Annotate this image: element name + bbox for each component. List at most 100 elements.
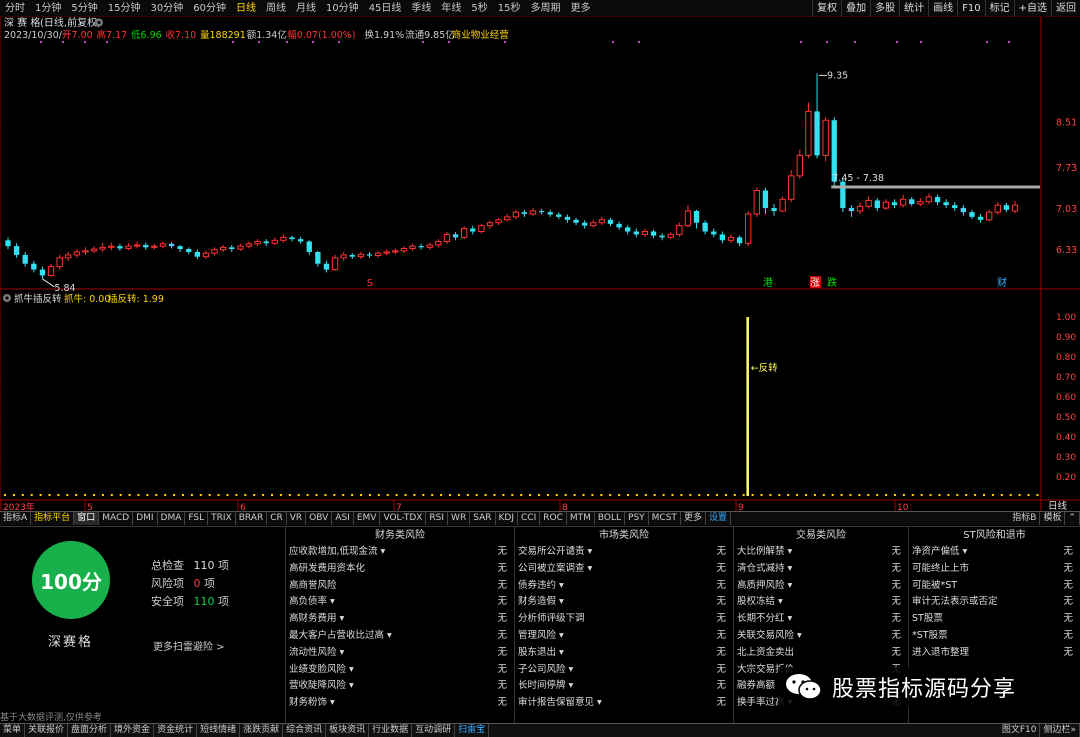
indicator-tab[interactable]: FSL bbox=[185, 512, 209, 525]
function-tab[interactable]: 行业数据 bbox=[369, 724, 413, 737]
indicator-tab[interactable]: VR bbox=[287, 512, 307, 525]
risk-item[interactable]: *ST股票 无 bbox=[909, 628, 1080, 645]
risk-item[interactable]: 债券违约 ▾ 无 bbox=[515, 578, 733, 595]
risk-item[interactable]: 北上资金卖出 无 bbox=[734, 645, 908, 662]
function-tab[interactable]: 综合资讯 bbox=[283, 724, 327, 737]
risk-item[interactable]: 营收陡降风险 ▾ 无 bbox=[286, 678, 514, 695]
risk-item[interactable]: 进入退市整理 无 bbox=[909, 645, 1080, 662]
indicator-tab[interactable]: MTM bbox=[567, 512, 595, 525]
period-tab[interactable]: 10分钟 bbox=[321, 0, 364, 17]
function-tab[interactable]: 互动调研 bbox=[412, 724, 456, 737]
function-tab[interactable]: 板块资讯 bbox=[326, 724, 370, 737]
function-tab[interactable]: 境外资金 bbox=[111, 724, 155, 737]
function-tab[interactable]: 短线情绪 bbox=[197, 724, 241, 737]
function-tab[interactable]: 盘面分析 bbox=[68, 724, 112, 737]
function-tab-right[interactable]: 侧边栏» bbox=[1040, 724, 1080, 737]
toolbar-button[interactable]: 画线 bbox=[928, 0, 957, 17]
indicator-tab[interactable]: 指标平台 bbox=[31, 512, 75, 525]
more-scan-link[interactable]: 更多扫雷避险 > bbox=[153, 638, 225, 653]
indicator-tab[interactable]: TRIX bbox=[208, 512, 236, 525]
risk-item[interactable]: 净资产偏低 ▾ 无 bbox=[909, 544, 1080, 561]
period-tab[interactable]: 1分钟 bbox=[30, 0, 66, 17]
event-marker[interactable]: 港 bbox=[763, 277, 773, 289]
toolbar-button[interactable]: F10 bbox=[957, 0, 984, 17]
indicator-tab[interactable]: WR bbox=[448, 512, 471, 525]
indicator-tab[interactable]: 指标A bbox=[0, 512, 32, 525]
indicator-tab[interactable]: CCI bbox=[518, 512, 541, 525]
toolbar-button[interactable]: 叠加 bbox=[841, 0, 870, 17]
risk-item[interactable]: 应收款增加,低现金流 ▾ 无 bbox=[286, 544, 514, 561]
indicator-tab[interactable]: MACD bbox=[99, 512, 134, 525]
risk-item[interactable]: 股东退出 ▾ 无 bbox=[515, 645, 733, 662]
indicator-tab[interactable]: 更多 bbox=[681, 512, 706, 525]
period-tab[interactable]: 季线 bbox=[406, 0, 436, 17]
indicator-tab[interactable]: KDJ bbox=[496, 512, 518, 525]
period-tab[interactable]: 多周期 bbox=[526, 0, 566, 17]
toolbar-button[interactable]: 返回 bbox=[1051, 0, 1080, 17]
risk-item[interactable]: 清仓式减持 ▾ 无 bbox=[734, 561, 908, 578]
toolbar-button[interactable]: 多股 bbox=[870, 0, 899, 17]
period-tab[interactable]: 日线 bbox=[231, 0, 261, 17]
collapse-icon[interactable]: ⌃ bbox=[1065, 512, 1080, 525]
indicator-tab[interactable]: MCST bbox=[649, 512, 681, 525]
function-tab-right[interactable]: 图文F10 bbox=[999, 724, 1041, 737]
indicator-tab[interactable]: BOLL bbox=[595, 512, 626, 525]
indicator-tab[interactable]: ROC bbox=[540, 512, 567, 525]
risk-item[interactable]: 交易所公开谴责 ▾ 无 bbox=[515, 544, 733, 561]
indicator-tab[interactable]: 设置 bbox=[706, 512, 731, 525]
indicator-tab[interactable]: ASI bbox=[332, 512, 354, 525]
indicator-tab[interactable]: EMV bbox=[354, 512, 381, 525]
indicator-tab[interactable]: PSY bbox=[625, 512, 649, 525]
function-tab[interactable]: 资金统计 bbox=[154, 724, 198, 737]
risk-item[interactable]: 高商誉风险 无 bbox=[286, 578, 514, 595]
indicator-tab[interactable]: BRAR bbox=[236, 512, 268, 525]
toolbar-button[interactable]: 统计 bbox=[899, 0, 928, 17]
indicator-tab[interactable]: CR bbox=[267, 512, 287, 525]
event-marker[interactable]: 涨 bbox=[810, 277, 820, 289]
risk-item[interactable]: 关联交易风险 ▾ 无 bbox=[734, 628, 908, 645]
risk-item[interactable]: 大比例解禁 ▾ 无 bbox=[734, 544, 908, 561]
risk-item[interactable]: 业绩变脸风险 ▾ 无 bbox=[286, 662, 514, 679]
indicator-tab[interactable]: SAR bbox=[470, 512, 496, 525]
toolbar-button[interactable]: +自选 bbox=[1013, 0, 1051, 17]
risk-item[interactable]: 审计无法表示或否定 无 bbox=[909, 594, 1080, 611]
risk-item[interactable]: 高研发费用资本化 无 bbox=[286, 561, 514, 578]
risk-item[interactable]: 分析师评级下调 无 bbox=[515, 611, 733, 628]
function-tab[interactable]: 菜单 bbox=[0, 724, 26, 737]
period-tab[interactable]: 15秒 bbox=[493, 0, 526, 17]
risk-item[interactable]: 高质押风险 ▾ 无 bbox=[734, 578, 908, 595]
event-marker[interactable]: 财 bbox=[997, 276, 1007, 289]
settings-icon[interactable] bbox=[95, 18, 103, 27]
period-tab[interactable]: 更多 bbox=[566, 0, 596, 17]
function-tab[interactable]: 涨跌贡献 bbox=[240, 724, 284, 737]
period-tab[interactable]: 30分钟 bbox=[145, 0, 188, 17]
indicator-settings-icon[interactable] bbox=[3, 294, 11, 302]
indicator-tab[interactable]: OBV bbox=[306, 512, 333, 525]
period-tab[interactable]: 15分钟 bbox=[103, 0, 146, 17]
risk-item[interactable]: 审计报告保留意见 ▾ 无 bbox=[515, 695, 733, 712]
event-marker[interactable]: S bbox=[367, 278, 373, 289]
risk-item[interactable]: ST股票 无 bbox=[909, 611, 1080, 628]
period-tab[interactable]: 5分钟 bbox=[66, 0, 102, 17]
risk-item[interactable]: 长期不分红 ▾ 无 bbox=[734, 611, 908, 628]
risk-item[interactable]: 财务粉饰 ▾ 无 bbox=[286, 695, 514, 712]
toolbar-button[interactable]: 复权 bbox=[812, 0, 841, 17]
risk-item[interactable]: 高财务费用 ▾ 无 bbox=[286, 611, 514, 628]
indicator-tab[interactable]: DMI bbox=[133, 512, 158, 525]
risk-item[interactable]: 公司被立案调查 ▾ 无 bbox=[515, 561, 733, 578]
risk-item[interactable]: 高负债率 ▾ 无 bbox=[286, 594, 514, 611]
event-marker[interactable]: 跌 bbox=[827, 276, 837, 289]
risk-item[interactable]: 财务造假 ▾ 无 bbox=[515, 594, 733, 611]
indicator-tab[interactable]: DMA bbox=[158, 512, 186, 525]
risk-item[interactable]: 长时间停牌 ▾ 无 bbox=[515, 678, 733, 695]
period-tab[interactable]: 60分钟 bbox=[188, 0, 231, 17]
risk-item[interactable]: 股权冻结 ▾ 无 bbox=[734, 594, 908, 611]
risk-item[interactable]: 最大客户占营收比过高 ▾ 无 bbox=[286, 628, 514, 645]
risk-item[interactable]: 可能终止上市 无 bbox=[909, 561, 1080, 578]
risk-item[interactable]: 流动性风险 ▾ 无 bbox=[286, 645, 514, 662]
indicator-tab-right[interactable]: 指标B bbox=[1009, 512, 1041, 525]
function-tab[interactable]: 关联报价 bbox=[25, 724, 69, 737]
indicator-tab-right[interactable]: 模板 bbox=[1040, 512, 1066, 525]
toolbar-button[interactable]: 标记 bbox=[984, 0, 1014, 17]
period-tab[interactable]: 月线 bbox=[291, 0, 321, 17]
